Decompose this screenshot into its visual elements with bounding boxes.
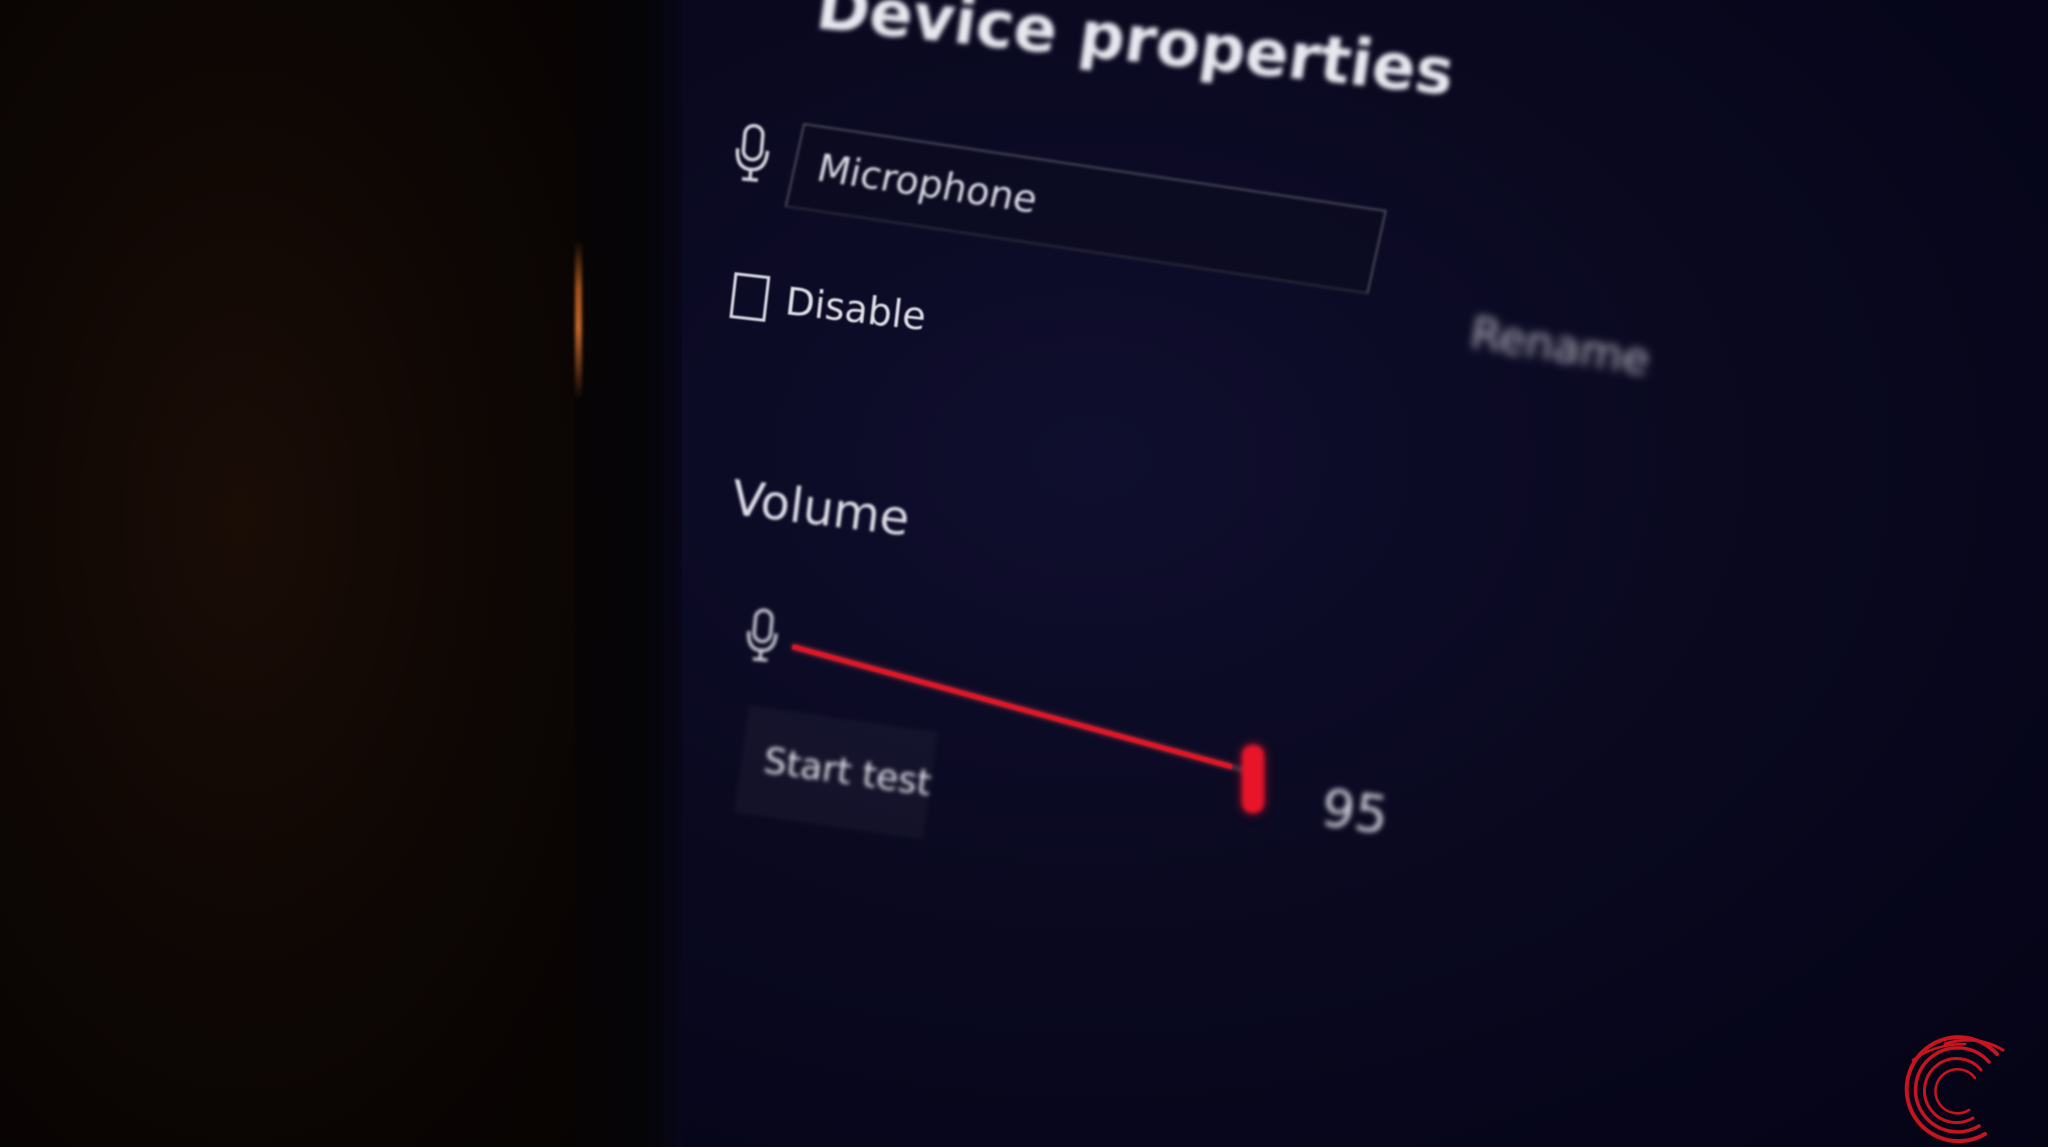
bezel-light-reflection bbox=[575, 240, 582, 400]
page-title: Device properties bbox=[811, 0, 1459, 111]
device-name-value: Microphone bbox=[813, 146, 1042, 222]
microphone-icon bbox=[731, 120, 773, 193]
volume-value: 95 bbox=[1317, 778, 1392, 847]
room-background bbox=[0, 0, 600, 1147]
monitor-screen: Device properties Microphone Rename Disa… bbox=[682, 0, 2048, 1147]
start-test-label: Start test bbox=[761, 740, 934, 805]
start-test-button[interactable]: Start test bbox=[734, 705, 938, 839]
volume-heading: Volume bbox=[728, 470, 913, 548]
disable-checkbox[interactable] bbox=[729, 272, 771, 322]
monitor-bezel bbox=[575, 0, 685, 1147]
device-name-input[interactable]: Microphone bbox=[784, 122, 1387, 295]
disable-checkbox-row[interactable]: Disable bbox=[729, 272, 928, 340]
device-properties-panel: Device properties Microphone Rename Disa… bbox=[682, 0, 2048, 1147]
microphone-icon bbox=[741, 605, 782, 672]
brand-logo-icon bbox=[1885, 1030, 2015, 1147]
volume-slider-thumb[interactable] bbox=[1242, 745, 1264, 813]
rename-button-label: Rename bbox=[1467, 307, 1654, 386]
disable-label: Disable bbox=[783, 279, 929, 339]
rename-button[interactable]: Rename bbox=[1447, 290, 1655, 390]
